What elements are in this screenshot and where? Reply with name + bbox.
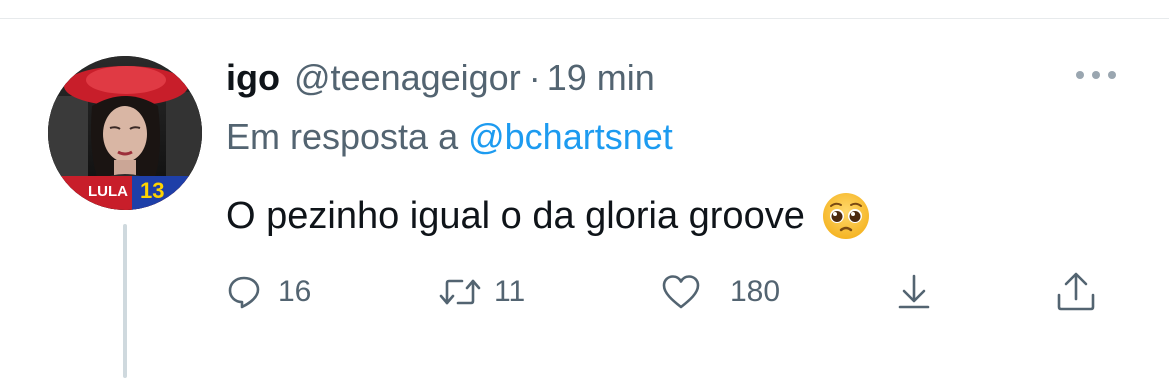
like-button[interactable]: 180 bbox=[660, 262, 780, 322]
more-horizontal-icon bbox=[1074, 69, 1118, 81]
avatar-badge-text: LULA bbox=[88, 183, 128, 200]
pleading-face-emoji-icon bbox=[821, 191, 871, 241]
share-upload-icon bbox=[1054, 271, 1098, 313]
like-count: 180 bbox=[730, 275, 781, 308]
avatar-badge-number: 13 bbox=[140, 178, 164, 203]
reply-prefix: Em resposta a bbox=[226, 116, 459, 157]
tweet-header: igo @teenageigor · 19 min bbox=[226, 54, 655, 102]
reply-bubble-icon bbox=[226, 274, 262, 310]
tweet-actions: 16 11 180 bbox=[226, 262, 1126, 322]
reply-count: 16 bbox=[278, 275, 312, 308]
user-handle[interactable]: @teenageigor bbox=[294, 54, 521, 102]
avatar-image: LULA 13 bbox=[48, 56, 202, 210]
separator-dot: · bbox=[528, 57, 541, 98]
avatar[interactable]: LULA 13 bbox=[48, 56, 202, 210]
top-divider bbox=[0, 18, 1169, 19]
download-arrow-icon bbox=[894, 272, 934, 312]
tweet-body: O pezinho igual o da gloria groove bbox=[226, 195, 805, 237]
reply-to-link[interactable]: @bchartsnet bbox=[468, 116, 673, 157]
bookmark-download-button[interactable] bbox=[894, 262, 934, 322]
timestamp[interactable]: 19 min bbox=[547, 54, 655, 102]
retweet-button[interactable]: 11 bbox=[438, 262, 525, 322]
retweet-icon bbox=[438, 274, 482, 310]
more-options-button[interactable] bbox=[1066, 60, 1126, 90]
reply-button[interactable]: 16 bbox=[226, 262, 311, 322]
display-name[interactable]: igo bbox=[226, 54, 280, 102]
thread-line bbox=[123, 224, 127, 378]
share-button[interactable] bbox=[1054, 262, 1098, 322]
reply-context: Em resposta a @bchartsnet bbox=[226, 112, 673, 162]
tweet-text: O pezinho igual o da gloria groove bbox=[226, 188, 871, 244]
retweet-count: 11 bbox=[494, 275, 526, 308]
heart-icon bbox=[660, 273, 702, 311]
